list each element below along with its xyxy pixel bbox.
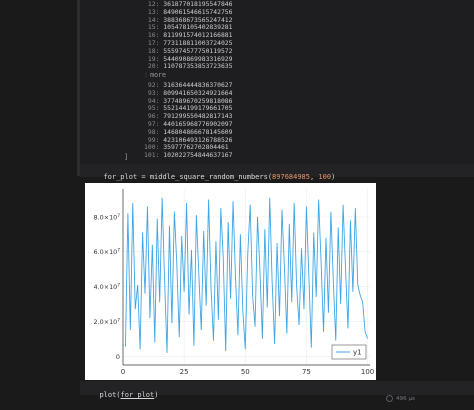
plot-output: 0 25 50 75 100 0 2.0×107 4.0×107 6.0×107 8.0×107 y…	[85, 183, 376, 380]
vector-row-value: 552144199179661705	[163, 104, 233, 113]
vector-row-value: 555974577750119572	[163, 46, 233, 55]
more-label: more	[150, 71, 166, 79]
code-arg1: 897684985	[272, 173, 310, 181]
code-var: for_plot	[103, 173, 138, 181]
closing-bracket: ]	[124, 153, 129, 161]
vector-row-index: 92:	[144, 81, 164, 89]
status-icon	[386, 395, 393, 402]
vector-row-index: 15:	[144, 23, 164, 32]
vector-row-value: 361877018195547846	[163, 0, 233, 8]
y-tick-label: 8.0×107	[94, 213, 121, 222]
y-tick-label: 2.0×107	[94, 317, 121, 326]
vector-row-value: 791299550482817143	[163, 112, 233, 121]
x-tick-label: 50	[241, 368, 250, 376]
vector-row-index: 98:	[144, 127, 164, 136]
x-tick-label: 0	[121, 368, 125, 376]
code-arg2: 100	[318, 173, 332, 181]
vector-row-index: 16:	[144, 31, 164, 40]
vector-row-index: 95:	[144, 104, 164, 113]
vector-row-value: 102022754844637167	[163, 151, 233, 160]
vector-row-value: 388368673565247412	[163, 15, 233, 24]
vector-row-value: 35977762702804461	[163, 143, 229, 152]
line-chart: 0 25 50 75 100 0 2.0×107 4.0×107 6.0×107 8.0×107 y…	[94, 189, 374, 376]
vector-row-index: 101:	[144, 151, 164, 160]
vector-row-value: 316364444836370627	[163, 81, 233, 89]
legend-label: y1	[353, 349, 362, 357]
y-tick-label: 4.0×107	[94, 283, 121, 292]
code-paren-close: )	[331, 173, 336, 181]
vector-row-value: 423106493126788526	[163, 135, 233, 144]
x-tick-label: 100	[361, 368, 374, 376]
vector-row-value: 377489670259818086	[163, 96, 233, 105]
vector-row-index: 17:	[144, 39, 164, 47]
more-button[interactable]: ⁝ more	[145, 71, 166, 79]
code-func-2: plot	[99, 391, 117, 399]
x-tick-label: 25	[180, 368, 189, 376]
vector-row-value: 773118811003724025	[163, 39, 233, 47]
vector-row-value: 110787353853723635	[163, 62, 233, 71]
vector-row-value: 811991574012166881	[163, 31, 233, 40]
code-line-1[interactable]: for_plot = middle_square_random_numbers(…	[95, 165, 335, 181]
vector-row-value: 849061546615742756	[163, 7, 233, 16]
vector-row-index: 19:	[144, 54, 164, 63]
vector-row-value: 146804866678145609	[163, 127, 233, 136]
code-arg-2: for_plot	[120, 391, 155, 399]
code-func: middle_square_random_numbers	[149, 173, 268, 181]
runtime-indicator: 496 µs	[386, 395, 415, 402]
code-paren-close-2: )	[154, 391, 159, 399]
vector-row-index: 94:	[144, 96, 164, 105]
vector-output-panel	[80, 0, 474, 164]
vector-row-index: 12:	[144, 0, 164, 8]
runtime-label: 496 µs	[396, 396, 415, 402]
vector-row-index: 14:	[144, 15, 164, 24]
vector-row-index: 96:	[144, 112, 164, 121]
vector-row-index: 100:	[144, 143, 164, 152]
more-icon: ⁝	[145, 71, 148, 79]
vector-row: 101: 102022754844637167	[144, 151, 233, 160]
vector-row-value: 105478105402839281	[163, 23, 233, 32]
vector-row-index: 99:	[144, 135, 164, 144]
vector-row-index: 97:	[144, 120, 164, 128]
x-tick-label: 75	[302, 368, 311, 376]
code-line-2[interactable]: plot(for_plot)	[91, 383, 158, 399]
vector-row-index: 13:	[144, 7, 164, 16]
y-tick-label: 6.0×107	[94, 248, 121, 257]
vector-row-value: 809941650324921664	[163, 88, 233, 97]
vector-row-index: 18:	[144, 46, 164, 55]
series-line-y1	[125, 197, 368, 353]
y-tick-label: 0	[116, 353, 120, 361]
vector-row-index: 20:	[144, 62, 164, 71]
vector-row-index: 93:	[144, 88, 164, 97]
code-op: =	[137, 173, 150, 181]
vector-row-value: 440165968776902097	[163, 120, 233, 128]
vector-row-value: 544090869983316929	[163, 54, 233, 63]
